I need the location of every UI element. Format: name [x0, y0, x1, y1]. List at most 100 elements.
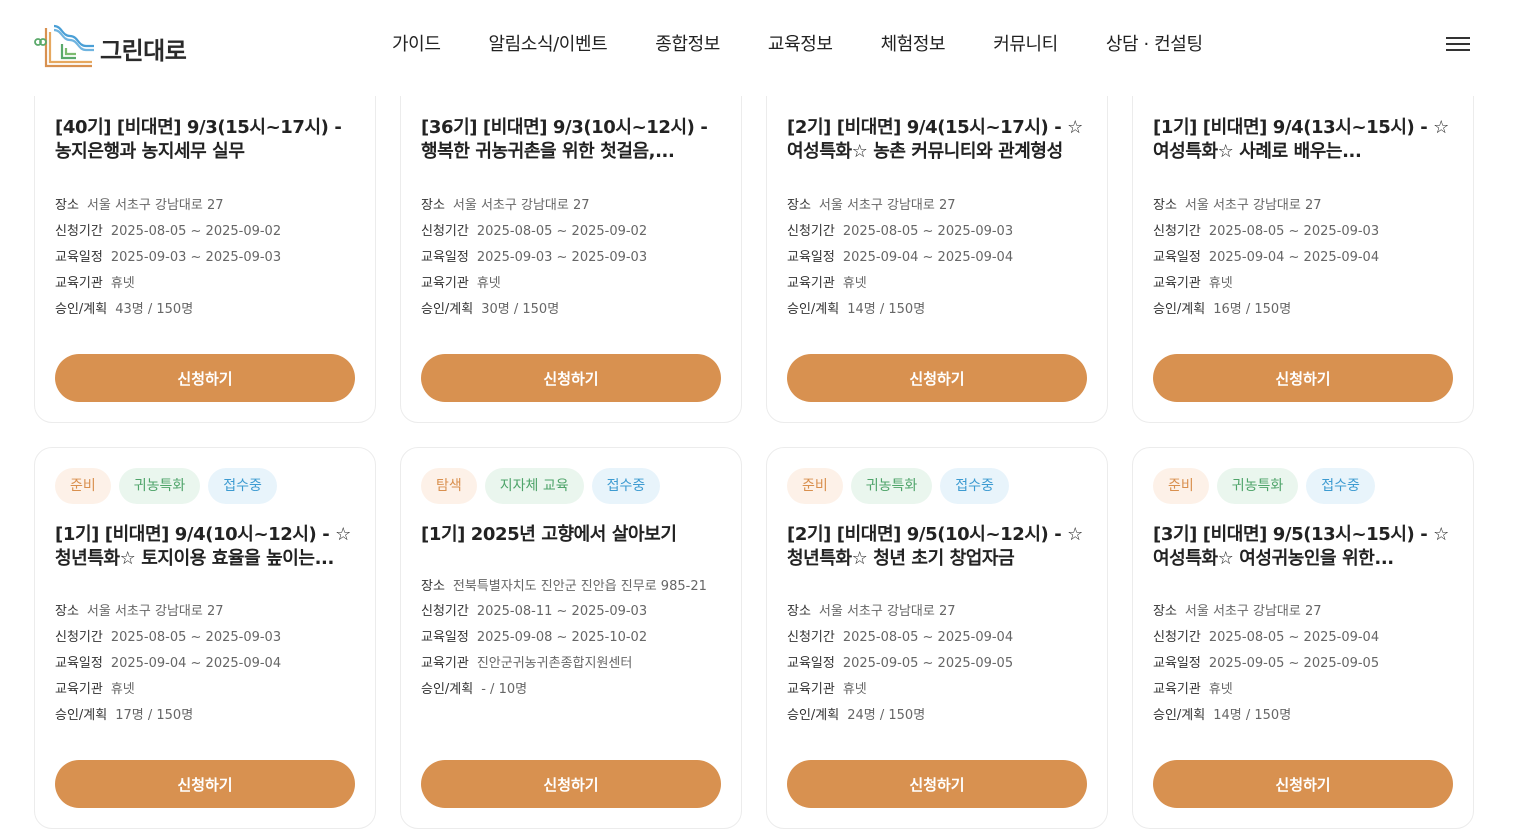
nav-community[interactable]: 커뮤니티: [993, 32, 1058, 58]
approved-value: 30명 / 150명: [481, 302, 560, 317]
nav-guide[interactable]: 가이드: [392, 32, 441, 58]
course-title[interactable]: [36기] [비대면] 9/3(10시~12시) - 행복한 귀농귀촌을 위한 …: [421, 116, 725, 164]
course-card: [36기] [비대면] 9/3(10시~12시) - 행복한 귀농귀촌을 위한 …: [400, 40, 742, 423]
course-title[interactable]: [1기] [비대면] 9/4(13시~15시) - ☆여성특화☆ 사례로 배우는…: [1153, 116, 1457, 164]
status-badge: 접수중: [940, 468, 1009, 504]
course-card: [40기] [비대면] 9/3(15시~17시) - 농지은행과 농지세무 실무…: [34, 40, 376, 423]
apply-period-value: 2025-08-11 ~ 2025-09-03: [476, 604, 648, 619]
place-value: 서울 서초구 강남대로 27: [818, 604, 956, 619]
institution-label: 교육기관: [787, 682, 835, 697]
edu-period-value: 2025-09-04 ~ 2025-09-04: [110, 656, 282, 671]
course-title[interactable]: [2기] [비대면] 9/4(15시~17시) - ☆여성특화☆ 농촌 커뮤니티…: [787, 116, 1091, 164]
apply-button[interactable]: 신청하기: [421, 760, 721, 808]
course-title[interactable]: [3기] [비대면] 9/5(13시~15시) - ☆여성특화☆ 여성귀농인을 …: [1153, 523, 1457, 571]
apply-button[interactable]: 신청하기: [787, 354, 1087, 402]
course-info: 장소 서울 서초구 강남대로 27 신청기간 2025-08-05 ~ 2025-0…: [787, 599, 1089, 729]
approved-value: 14명 / 150명: [1213, 708, 1292, 723]
category-tag: 귀농특화: [850, 468, 933, 504]
nav-general-info[interactable]: 종합정보: [655, 32, 720, 58]
logo-text: 그린대로: [100, 36, 187, 65]
course-info: 장소 서울 서초구 강남대로 27 신청기간 2025-08-05 ~ 2025-0…: [1153, 599, 1455, 729]
place-value: 서울 서초구 강남대로 27: [1184, 198, 1322, 213]
status-badge: 접수중: [1306, 468, 1375, 504]
place-label: 장소: [421, 198, 445, 213]
place-value: 전북특별자치도 진안군 진안읍 진무로 985-21: [452, 579, 707, 594]
edu-period-value: 2025-09-04 ~ 2025-09-04: [842, 250, 1014, 265]
course-info: 장소 서울 서초구 강남대로 27 신청기간 2025-08-05 ~ 2025-0…: [1153, 193, 1455, 323]
apply-period-label: 신청기간: [1153, 630, 1201, 645]
edu-period-value: 2025-09-08 ~ 2025-10-02: [476, 630, 648, 645]
institution-label: 교육기관: [1153, 682, 1201, 697]
course-title[interactable]: [2기] [비대면] 9/5(10시~12시) - ☆청년특화☆ 청년 초기 창…: [787, 523, 1091, 571]
place-label: 장소: [421, 579, 445, 594]
course-card: [1기] [비대면] 9/4(13시~15시) - ☆여성특화☆ 사례로 배우는…: [1132, 40, 1474, 423]
institution-value: 휴넷: [842, 276, 867, 291]
course-info: 장소 서울 서초구 강남대로 27 신청기간 2025-08-05 ~ 2025-0…: [55, 193, 357, 323]
approved-value: 43명 / 150명: [115, 302, 194, 317]
apply-button[interactable]: 신청하기: [55, 760, 355, 808]
tag-list: 준비 귀농특화 접수중: [1153, 468, 1375, 504]
place-label: 장소: [787, 604, 811, 619]
course-title[interactable]: [1기] 2025년 고향에서 살아보기: [421, 523, 725, 547]
apply-button[interactable]: 신청하기: [787, 760, 1087, 808]
nav-experience-info[interactable]: 체험정보: [881, 32, 946, 58]
tag-list: 탐색 지자체 교육 접수중: [421, 468, 661, 504]
course-card-grid: [40기] [비대면] 9/3(15시~17시) - 농지은행과 농지세무 실무…: [0, 0, 1536, 834]
institution-label: 교육기관: [1153, 276, 1201, 291]
place-label: 장소: [55, 198, 79, 213]
apply-period-value: 2025-08-05 ~ 2025-09-02: [476, 224, 648, 239]
edu-period-value: 2025-09-05 ~ 2025-09-05: [842, 656, 1014, 671]
course-title[interactable]: [40기] [비대면] 9/3(15시~17시) - 농지은행과 농지세무 실무: [55, 116, 359, 164]
course-card: 준비 귀농특화 접수중 [1기] [비대면] 9/4(10시~12시) - ☆청…: [34, 447, 376, 829]
apply-period-value: 2025-08-05 ~ 2025-09-02: [110, 224, 282, 239]
approved-value: 16명 / 150명: [1213, 302, 1292, 317]
logo-link[interactable]: 그린대로: [32, 22, 187, 74]
apply-period-value: 2025-08-05 ~ 2025-09-03: [1208, 224, 1380, 239]
edu-period-label: 교육일정: [55, 250, 103, 265]
edu-period-value: 2025-09-04 ~ 2025-09-04: [1208, 250, 1380, 265]
place-value: 서울 서초구 강남대로 27: [452, 198, 590, 213]
apply-button[interactable]: 신청하기: [1153, 760, 1453, 808]
status-badge: 접수중: [208, 468, 277, 504]
edu-period-label: 교육일정: [1153, 656, 1201, 671]
institution-label: 교육기관: [55, 682, 103, 697]
nav-education-info[interactable]: 교육정보: [768, 32, 833, 58]
edu-period-label: 교육일정: [787, 250, 835, 265]
institution-value: 휴넷: [842, 682, 867, 697]
site-header: 그린대로 가이드 알림소식/이벤트 종합정보 교육정보 체험정보 커뮤니티 상담…: [0, 0, 1536, 96]
apply-period-label: 신청기간: [787, 630, 835, 645]
apply-period-label: 신청기간: [787, 224, 835, 239]
main-nav: 가이드 알림소식/이벤트 종합정보 교육정보 체험정보 커뮤니티 상담 · 컨설…: [392, 32, 1251, 58]
apply-button[interactable]: 신청하기: [421, 354, 721, 402]
approved-label: 승인/계획: [421, 682, 474, 697]
place-label: 장소: [1153, 198, 1177, 213]
green-daero-logo-icon: [34, 24, 94, 68]
approved-value: 14명 / 150명: [847, 302, 926, 317]
nav-consulting[interactable]: 상담 · 컨설팅: [1106, 32, 1203, 58]
category-tag: 지자체 교육: [484, 468, 584, 504]
institution-value: 휴넷: [1208, 682, 1233, 697]
place-label: 장소: [1153, 604, 1177, 619]
edu-period-value: 2025-09-05 ~ 2025-09-05: [1208, 656, 1380, 671]
institution-value: 휴넷: [476, 276, 501, 291]
edu-period-label: 교육일정: [421, 630, 469, 645]
nav-news-events[interactable]: 알림소식/이벤트: [488, 32, 607, 58]
apply-period-label: 신청기간: [421, 224, 469, 239]
apply-button[interactable]: 신청하기: [55, 354, 355, 402]
place-value: 서울 서초구 강남대로 27: [86, 198, 224, 213]
approved-label: 승인/계획: [55, 708, 108, 723]
approved-label: 승인/계획: [787, 302, 840, 317]
apply-period-value: 2025-08-05 ~ 2025-09-03: [842, 224, 1014, 239]
stage-tag: 탐색: [421, 468, 477, 504]
course-title[interactable]: [1기] [비대면] 9/4(10시~12시) - ☆청년특화☆ 토지이용 효율…: [55, 523, 359, 571]
hamburger-menu-icon[interactable]: [1446, 34, 1472, 58]
apply-period-value: 2025-08-05 ~ 2025-09-03: [110, 630, 282, 645]
institution-value: 휴넷: [1208, 276, 1233, 291]
apply-button[interactable]: 신청하기: [1153, 354, 1453, 402]
institution-label: 교육기관: [55, 276, 103, 291]
apply-period-label: 신청기간: [1153, 224, 1201, 239]
approved-label: 승인/계획: [1153, 302, 1206, 317]
place-value: 서울 서초구 강남대로 27: [1184, 604, 1322, 619]
place-value: 서울 서초구 강남대로 27: [818, 198, 956, 213]
institution-label: 교육기관: [421, 276, 469, 291]
